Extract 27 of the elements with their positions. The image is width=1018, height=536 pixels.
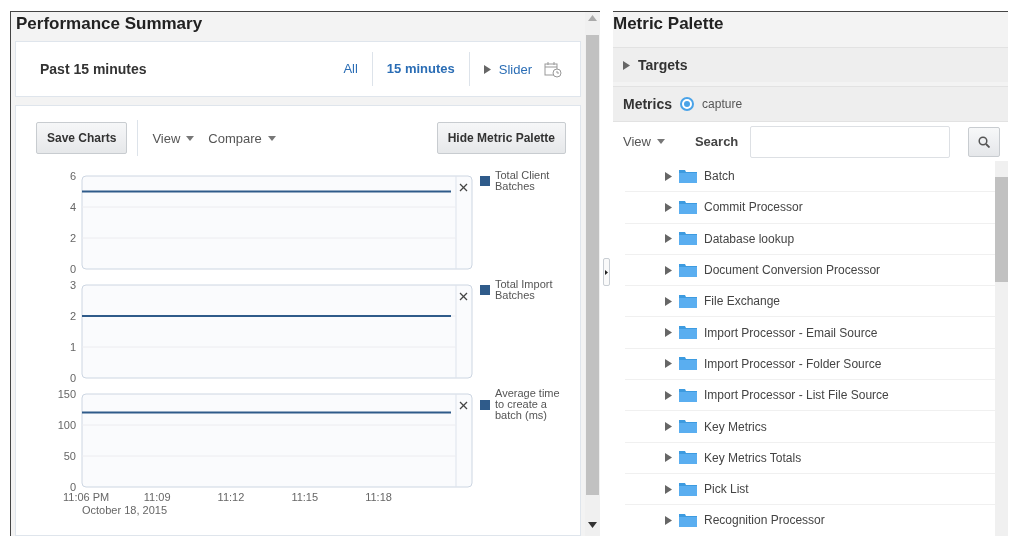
y-tick-label: 1 (69, 341, 76, 353)
y-tick-label: 50 (63, 450, 76, 462)
y-tick-label: 0 (69, 263, 76, 273)
y-tick-label: 2 (69, 310, 76, 322)
panel-title: Metric Palette (613, 13, 725, 35)
y-tick-label: 0 (69, 481, 76, 493)
search-label: Search (694, 134, 739, 149)
x-tick-label: 11:09 (143, 491, 171, 503)
legend-label: Average time to create a batch (ms) (495, 388, 561, 421)
y-tick-label: 100 (57, 419, 76, 431)
y-tick-label: 150 (57, 388, 76, 400)
legend-label: Total Import Batches (495, 279, 554, 301)
y-tick-label: 4 (69, 201, 76, 213)
radio-label: capture (702, 97, 743, 111)
metrics-label: Metrics (623, 96, 673, 112)
axis-label: October 18, 2015 (82, 504, 167, 516)
y-tick-label: 2 (69, 232, 76, 244)
legend-label: Total Client Batches (495, 170, 551, 192)
x-tick-label: 11:15 (291, 491, 319, 503)
x-tick-label: 11:06 PM (63, 491, 110, 503)
panel-title: Performance Summary (15, 13, 204, 35)
y-tick-label: 6 (69, 170, 76, 182)
y-tick-label: 3 (69, 279, 76, 291)
range-label: Past 15 minutes (40, 61, 148, 78)
x-tick-label: 11:18 (365, 491, 392, 503)
y-tick-label: 0 (69, 372, 76, 382)
x-tick-label: 11:12 (217, 491, 245, 503)
